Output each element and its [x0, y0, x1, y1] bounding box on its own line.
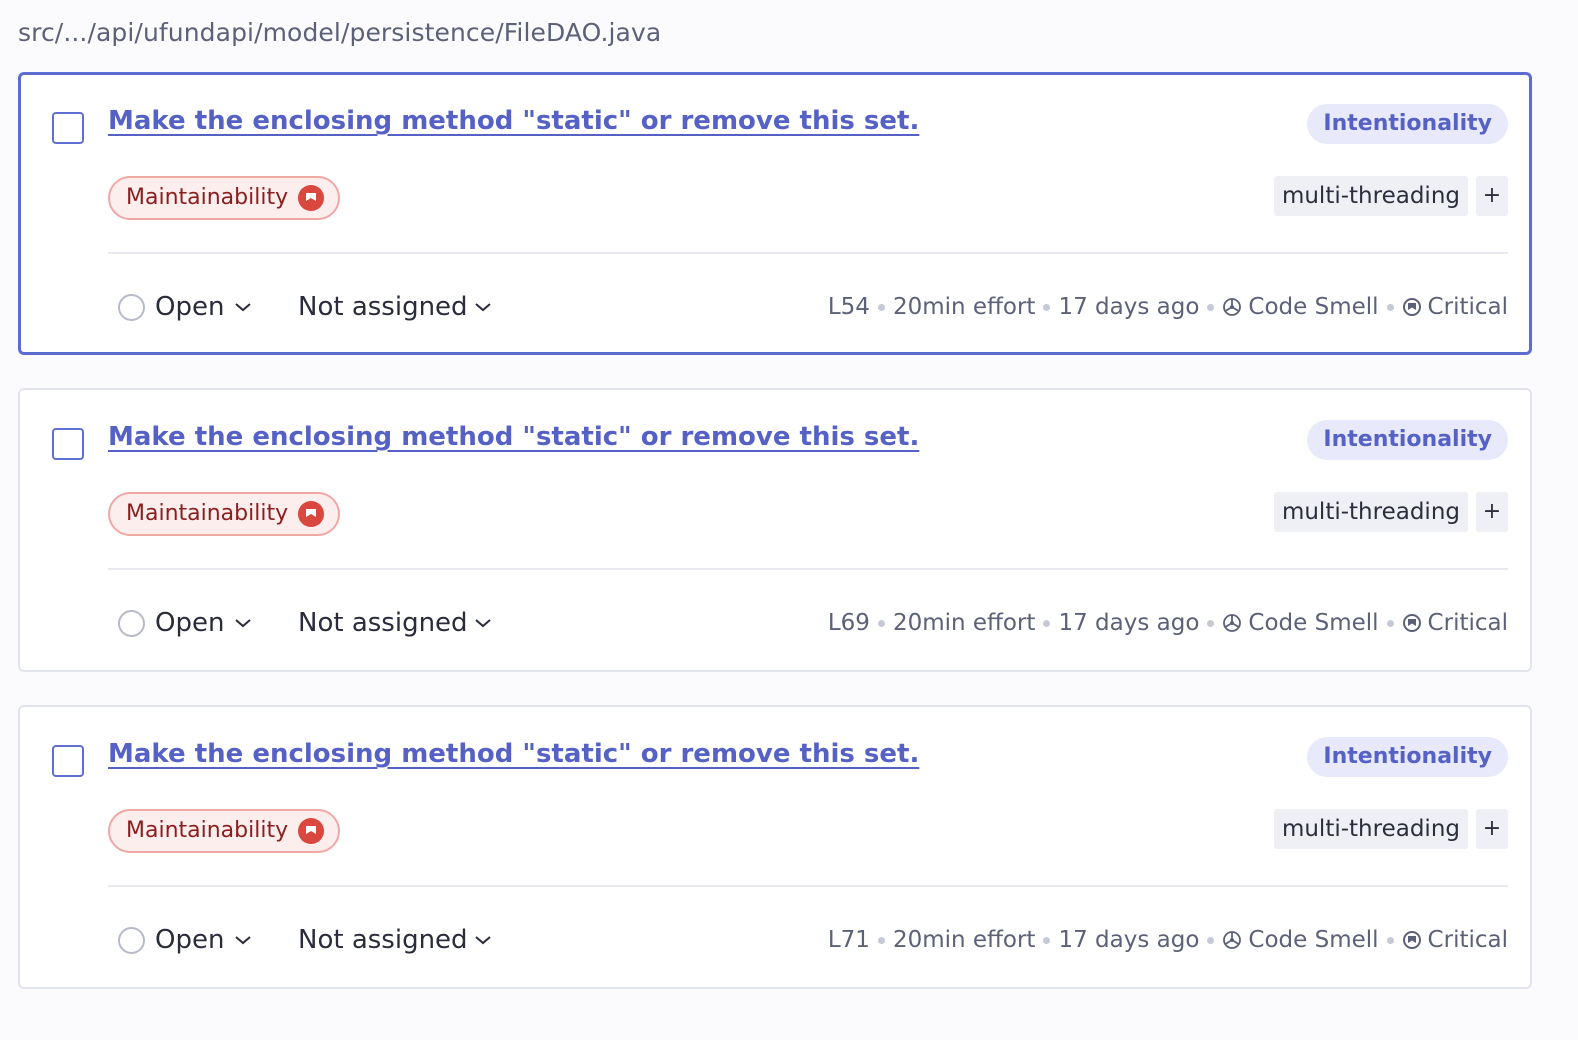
assignee-label: Not assigned [298, 925, 468, 955]
chevron-down-icon [474, 619, 491, 628]
add-tag-button[interactable]: + [1476, 809, 1508, 849]
issue-type-label: Code Smell [1248, 294, 1379, 320]
clean-code-attribute-badge[interactable]: Intentionality [1307, 420, 1508, 460]
add-tag-button[interactable]: + [1476, 492, 1508, 532]
separator-dot [1386, 936, 1394, 944]
issue-card[interactable]: Make the enclosing method "static" or re… [18, 388, 1532, 672]
chevron-down-icon [235, 619, 252, 628]
divider [108, 885, 1508, 887]
chevron-down-icon [474, 303, 491, 312]
status-open-icon [118, 609, 145, 637]
chevron-down-icon [235, 303, 252, 312]
severity-high-icon [298, 501, 325, 527]
software-quality-impact-pill[interactable]: Maintainability [108, 809, 341, 853]
issue-checkbox[interactable] [52, 112, 84, 144]
critical-severity-icon [1402, 298, 1421, 316]
issue-type: Code Smell [1222, 610, 1379, 636]
tag[interactable]: multi-threading [1273, 809, 1468, 849]
tag[interactable]: multi-threading [1273, 492, 1468, 532]
issue-type-label: Code Smell [1248, 927, 1379, 953]
chevron-down-icon [474, 936, 491, 945]
code-smell-icon [1223, 614, 1242, 632]
divider [108, 568, 1508, 570]
age: 17 days ago [1058, 294, 1200, 320]
issue-meta: L54 20min effort 17 days ago Code Smell … [828, 294, 1508, 320]
issue-checkbox[interactable] [52, 745, 84, 777]
divider [108, 252, 1508, 254]
issue-card[interactable]: Make the enclosing method "static" or re… [18, 705, 1532, 989]
separator-dot [1386, 619, 1394, 627]
effort: 20min effort [892, 610, 1036, 636]
effort: 20min effort [892, 927, 1036, 953]
line-number[interactable]: L54 [828, 294, 870, 320]
separator-dot [877, 303, 885, 311]
add-tag-button[interactable]: + [1476, 176, 1508, 216]
assignee-label: Not assigned [298, 292, 468, 322]
severity-label: Critical [1427, 610, 1508, 636]
status-open-icon [118, 926, 145, 954]
assignee-dropdown[interactable]: Not assigned [298, 925, 492, 955]
separator-dot [1207, 619, 1215, 627]
issue-type: Code Smell [1222, 294, 1379, 320]
issue-title-link[interactable]: Make the enclosing method "static" or re… [108, 106, 919, 136]
status-dropdown[interactable]: Open [118, 292, 252, 322]
status-open-icon [118, 293, 145, 321]
effort: 20min effort [892, 294, 1036, 320]
chevron-down-icon [235, 936, 252, 945]
age: 17 days ago [1058, 927, 1200, 953]
issue-card[interactable]: Make the enclosing method "static" or re… [18, 72, 1532, 355]
clean-code-attribute-badge[interactable]: Intentionality [1307, 737, 1508, 777]
age: 17 days ago [1058, 610, 1200, 636]
status-label: Open [155, 292, 225, 322]
issue-meta: L69 20min effort 17 days ago Code Smell … [828, 610, 1508, 636]
separator-dot [1043, 936, 1051, 944]
tags-group: multi-threading + [1273, 176, 1508, 216]
software-quality-impact-pill[interactable]: Maintainability [108, 492, 341, 536]
code-smell-icon [1223, 298, 1242, 316]
tag[interactable]: multi-threading [1273, 176, 1468, 216]
issue-checkbox[interactable] [52, 428, 84, 460]
severity-high-icon [298, 185, 325, 211]
issue-type: Code Smell [1222, 927, 1379, 953]
separator-dot [877, 936, 885, 944]
issue-severity: Critical [1402, 927, 1508, 953]
assignee-dropdown[interactable]: Not assigned [298, 292, 492, 322]
clean-code-attribute-badge[interactable]: Intentionality [1307, 104, 1508, 144]
issue-severity: Critical [1402, 294, 1508, 320]
impact-label: Maintainability [126, 501, 289, 526]
code-smell-icon [1223, 931, 1242, 949]
impact-label: Maintainability [126, 185, 289, 210]
issue-title-link[interactable]: Make the enclosing method "static" or re… [108, 422, 919, 452]
severity-high-icon [298, 818, 325, 844]
tags-group: multi-threading + [1273, 809, 1508, 849]
tags-group: multi-threading + [1273, 492, 1508, 532]
separator-dot [1207, 936, 1215, 944]
issue-meta: L71 20min effort 17 days ago Code Smell … [828, 927, 1508, 953]
file-path[interactable]: src/.../api/ufundapi/model/persistence/F… [18, 18, 661, 47]
issues-list-view: src/.../api/ufundapi/model/persistence/F… [0, 0, 1578, 1040]
software-quality-impact-pill[interactable]: Maintainability [108, 176, 341, 220]
assignee-dropdown[interactable]: Not assigned [298, 608, 492, 638]
status-dropdown[interactable]: Open [118, 925, 252, 955]
status-label: Open [155, 608, 225, 638]
severity-label: Critical [1427, 927, 1508, 953]
separator-dot [1043, 303, 1051, 311]
line-number[interactable]: L69 [828, 610, 870, 636]
separator-dot [877, 619, 885, 627]
separator-dot [1043, 619, 1051, 627]
critical-severity-icon [1402, 931, 1421, 949]
issue-title-link[interactable]: Make the enclosing method "static" or re… [108, 739, 919, 769]
separator-dot [1207, 303, 1215, 311]
issue-severity: Critical [1402, 610, 1508, 636]
status-label: Open [155, 925, 225, 955]
separator-dot [1386, 303, 1394, 311]
critical-severity-icon [1402, 614, 1421, 632]
status-dropdown[interactable]: Open [118, 608, 252, 638]
impact-label: Maintainability [126, 818, 289, 843]
severity-label: Critical [1427, 294, 1508, 320]
line-number[interactable]: L71 [828, 927, 870, 953]
issue-type-label: Code Smell [1248, 610, 1379, 636]
assignee-label: Not assigned [298, 608, 468, 638]
